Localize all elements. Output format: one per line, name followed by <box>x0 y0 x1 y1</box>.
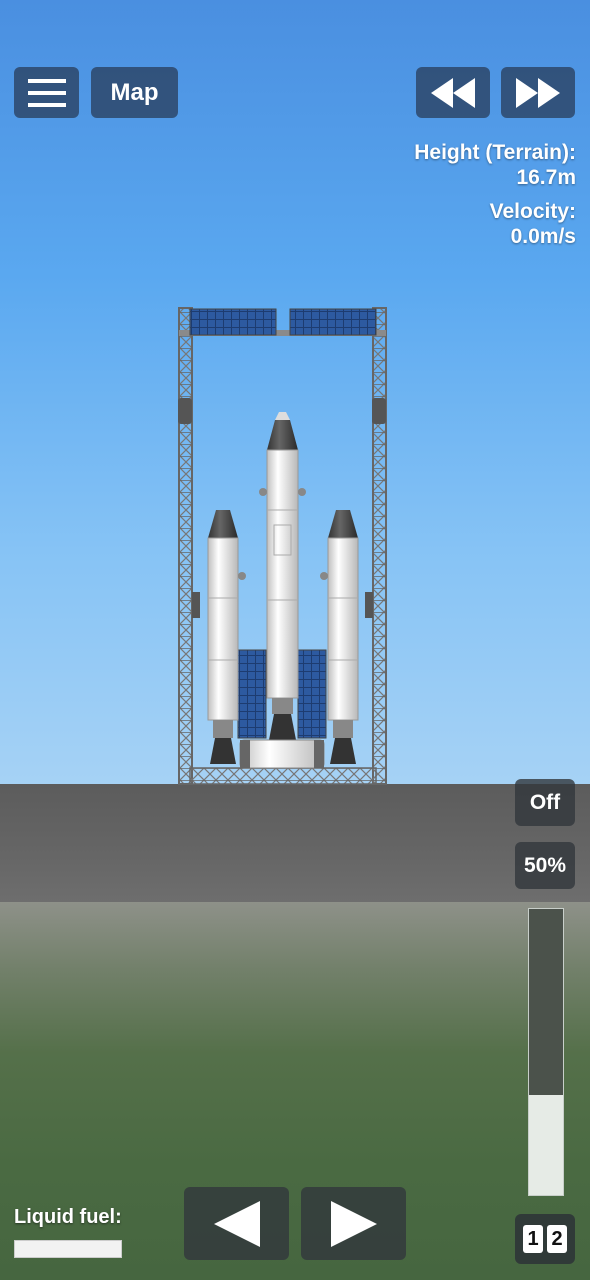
rotate-left-icon <box>213 1200 260 1247</box>
throttle-percent-button[interactable]: 50% <box>515 842 575 889</box>
velocity-readout: Velocity: 0.0m/s <box>490 199 576 249</box>
liquid-fuel-bar <box>14 1240 122 1258</box>
map-button-label: Map <box>110 78 159 106</box>
toggle-off-label: Off <box>529 790 561 814</box>
map-button[interactable]: Map <box>91 67 178 118</box>
rotate-right-icon <box>330 1200 377 1247</box>
rotate-left-button[interactable] <box>184 1187 289 1260</box>
rotate-right-button[interactable] <box>301 1187 406 1260</box>
toggle-off-button[interactable]: Off <box>515 779 575 826</box>
rewind-icon <box>431 77 475 108</box>
height-readout: Height (Terrain): 16.7m <box>414 140 576 190</box>
height-value: 16.7m <box>516 166 576 189</box>
stage-digit-2: 2 <box>547 1225 567 1253</box>
liquid-fuel-label: Liquid fuel: <box>14 1206 122 1228</box>
hamburger-menu-icon <box>27 78 66 107</box>
fast-forward-button[interactable] <box>501 67 575 118</box>
velocity-label: Velocity: <box>489 200 576 223</box>
menu-button[interactable] <box>14 67 79 118</box>
fast-forward-icon <box>516 77 560 108</box>
stage-indicator[interactable]: 1 2 <box>515 1214 575 1264</box>
rewind-button[interactable] <box>416 67 490 118</box>
throttle-slider-empty-portion <box>529 909 563 1095</box>
rocket-scene <box>178 307 387 785</box>
stage-digit-1: 1 <box>523 1225 543 1253</box>
bottom-tank <box>239 739 325 769</box>
solar-panel-low-left <box>237 649 267 739</box>
height-label: Height (Terrain): <box>414 141 576 164</box>
solar-panel-top-left <box>189 308 277 336</box>
throttle-percent-label: 50% <box>523 853 567 877</box>
liquid-fuel-fill <box>15 1241 121 1257</box>
throttle-slider[interactable] <box>528 908 564 1196</box>
launch-pad-ground <box>0 784 590 904</box>
solar-panel-top-right <box>289 308 377 336</box>
velocity-value: 0.0m/s <box>510 225 576 248</box>
solar-panel-low-right <box>297 649 327 739</box>
